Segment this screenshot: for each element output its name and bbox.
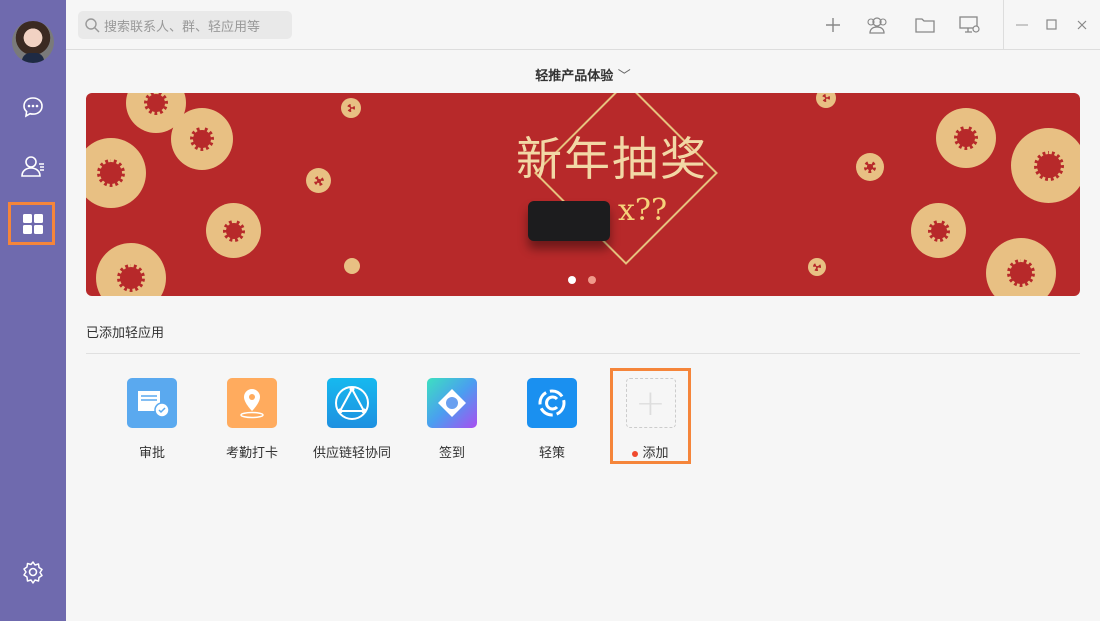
carousel-dots[interactable] [568, 276, 596, 284]
banner-headline: 新年抽奖 [516, 123, 708, 189]
app-approval[interactable]: 审批 [102, 378, 202, 461]
notification-dot [632, 451, 638, 457]
app-checkin[interactable]: 签到 [402, 378, 502, 461]
chat-icon[interactable] [18, 92, 48, 122]
contacts-icon[interactable] [18, 151, 48, 181]
add-app-button[interactable]: + 添加 [610, 368, 691, 464]
app-label: 审批 [102, 442, 202, 461]
apps-grid-icon[interactable] [18, 209, 48, 239]
search-icon [84, 17, 100, 33]
workspace-title: 轻推产品体验 [535, 69, 613, 84]
chevron-down-icon: ﹀ [618, 69, 631, 84]
search-input[interactable]: 搜索联系人、群、轻应用等 [78, 11, 292, 39]
tv-box-image [528, 201, 610, 241]
location-pin-icon [227, 378, 277, 428]
screen-settings-icon[interactable] [959, 14, 981, 36]
maximize-icon[interactable] [1041, 14, 1063, 36]
divider [1003, 0, 1004, 50]
qingce-icon [527, 378, 577, 428]
app-qingce[interactable]: 轻策 [502, 378, 602, 461]
supply-chain-icon [327, 378, 377, 428]
group-icon[interactable] [866, 14, 888, 36]
carousel-dot-2[interactable] [588, 276, 596, 284]
workspace-selector[interactable]: 轻推产品体验 ﹀ [66, 65, 1100, 84]
app-label: 签到 [402, 442, 502, 461]
folder-icon[interactable] [914, 14, 936, 36]
close-icon[interactable] [1071, 14, 1093, 36]
search-placeholder: 搜索联系人、群、轻应用等 [104, 16, 260, 35]
avatar[interactable] [12, 21, 54, 63]
add-label: 添加 [642, 446, 668, 461]
app-supply-chain[interactable]: 供应链轻协同 [302, 378, 402, 461]
app-label: 轻策 [502, 442, 602, 461]
app-label: 供应链轻协同 [302, 442, 402, 461]
checkin-icon [427, 378, 477, 428]
app-label: 考勤打卡 [202, 442, 302, 461]
carousel-dot-1[interactable] [568, 276, 576, 284]
settings-gear-icon[interactable] [18, 557, 48, 587]
add-plus-icon[interactable] [822, 14, 844, 36]
app-attendance[interactable]: 考勤打卡 [202, 378, 302, 461]
plus-icon: + [626, 378, 676, 428]
banner-prize: x?? [618, 193, 667, 228]
sidebar [0, 0, 66, 621]
minimize-icon[interactable] [1011, 14, 1033, 36]
section-title: 已添加轻应用 [86, 322, 164, 341]
promo-banner[interactable]: 新年抽奖 x?? [86, 93, 1080, 296]
divider [86, 353, 1080, 354]
approval-icon [127, 378, 177, 428]
top-bar: 搜索联系人、群、轻应用等 [66, 0, 1100, 50]
